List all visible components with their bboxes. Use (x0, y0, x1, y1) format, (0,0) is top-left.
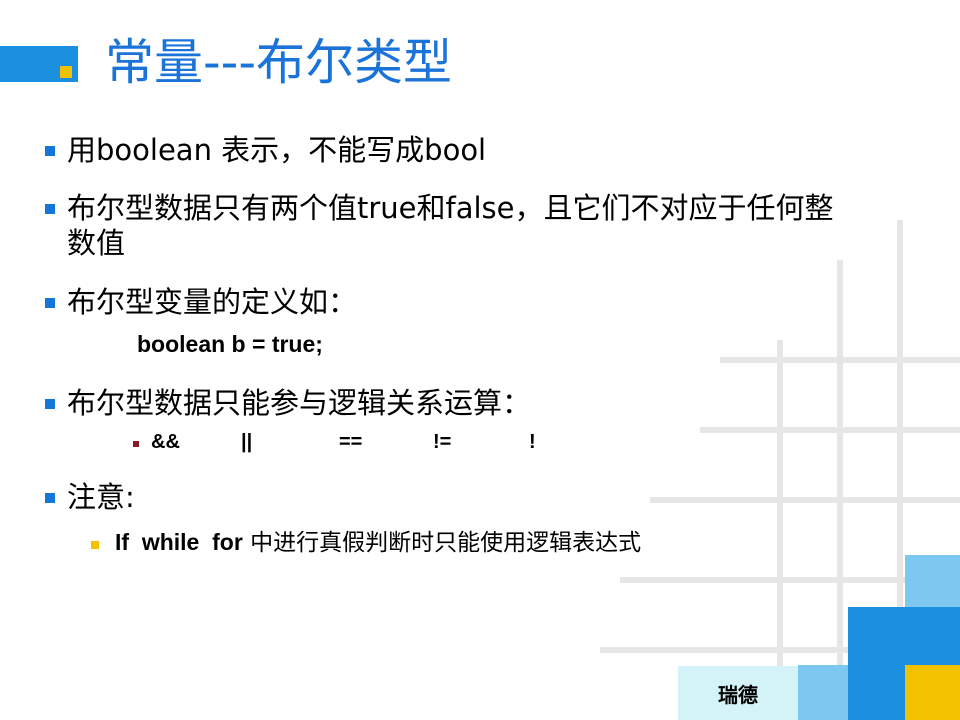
deco-block-lightblue (905, 555, 960, 607)
operator-and: && (151, 431, 180, 453)
bullet-text: 布尔型数据只有两个值true和false，且它们不对应于任何整 (67, 191, 834, 225)
bullet-square-icon (45, 204, 55, 214)
bullet-text: 布尔型变量的定义如： (67, 285, 358, 319)
operator-not-equals: != (433, 431, 452, 453)
footer-label: 瑞德 (718, 682, 758, 707)
bullet-square-icon (45, 146, 55, 156)
note-line: If while for 中进行真假判断时只能使用逻辑表达式 (115, 527, 641, 558)
code-example: boolean b = true; (137, 331, 323, 357)
note-bullet-icon (91, 541, 99, 549)
slide: 常量---布尔类型 用boolean 表示，不能写成bool 布尔型数据只有两个… (0, 0, 960, 720)
bullet-text: 用boolean 表示，不能写成bool (67, 133, 487, 167)
footer-label-box: 瑞德 (678, 666, 798, 720)
slide-title: 常量---布尔类型 (105, 34, 453, 91)
background-grid (600, 220, 960, 720)
bullet-square-icon (45, 399, 55, 409)
deco-block-yellow (905, 665, 960, 720)
bullet-square-icon (45, 493, 55, 503)
operator-or: || (241, 431, 253, 453)
bullet-square-icon (45, 298, 55, 308)
bullet-text: 布尔型数据只能参与逻辑关系运算： (67, 386, 532, 420)
operator-equals: == (339, 431, 363, 453)
operator-not: ! (529, 431, 536, 453)
header-square-icon (60, 66, 72, 78)
deco-block-lightblue-2 (798, 665, 848, 720)
bullet-text-continuation: 数值 (67, 226, 126, 260)
bullet-text: 注意: (67, 480, 135, 514)
sub-bullet-icon (133, 441, 139, 447)
note-keywords: If while for (115, 529, 243, 555)
note-text: 中进行真假判断时只能使用逻辑表达式 (250, 530, 642, 556)
